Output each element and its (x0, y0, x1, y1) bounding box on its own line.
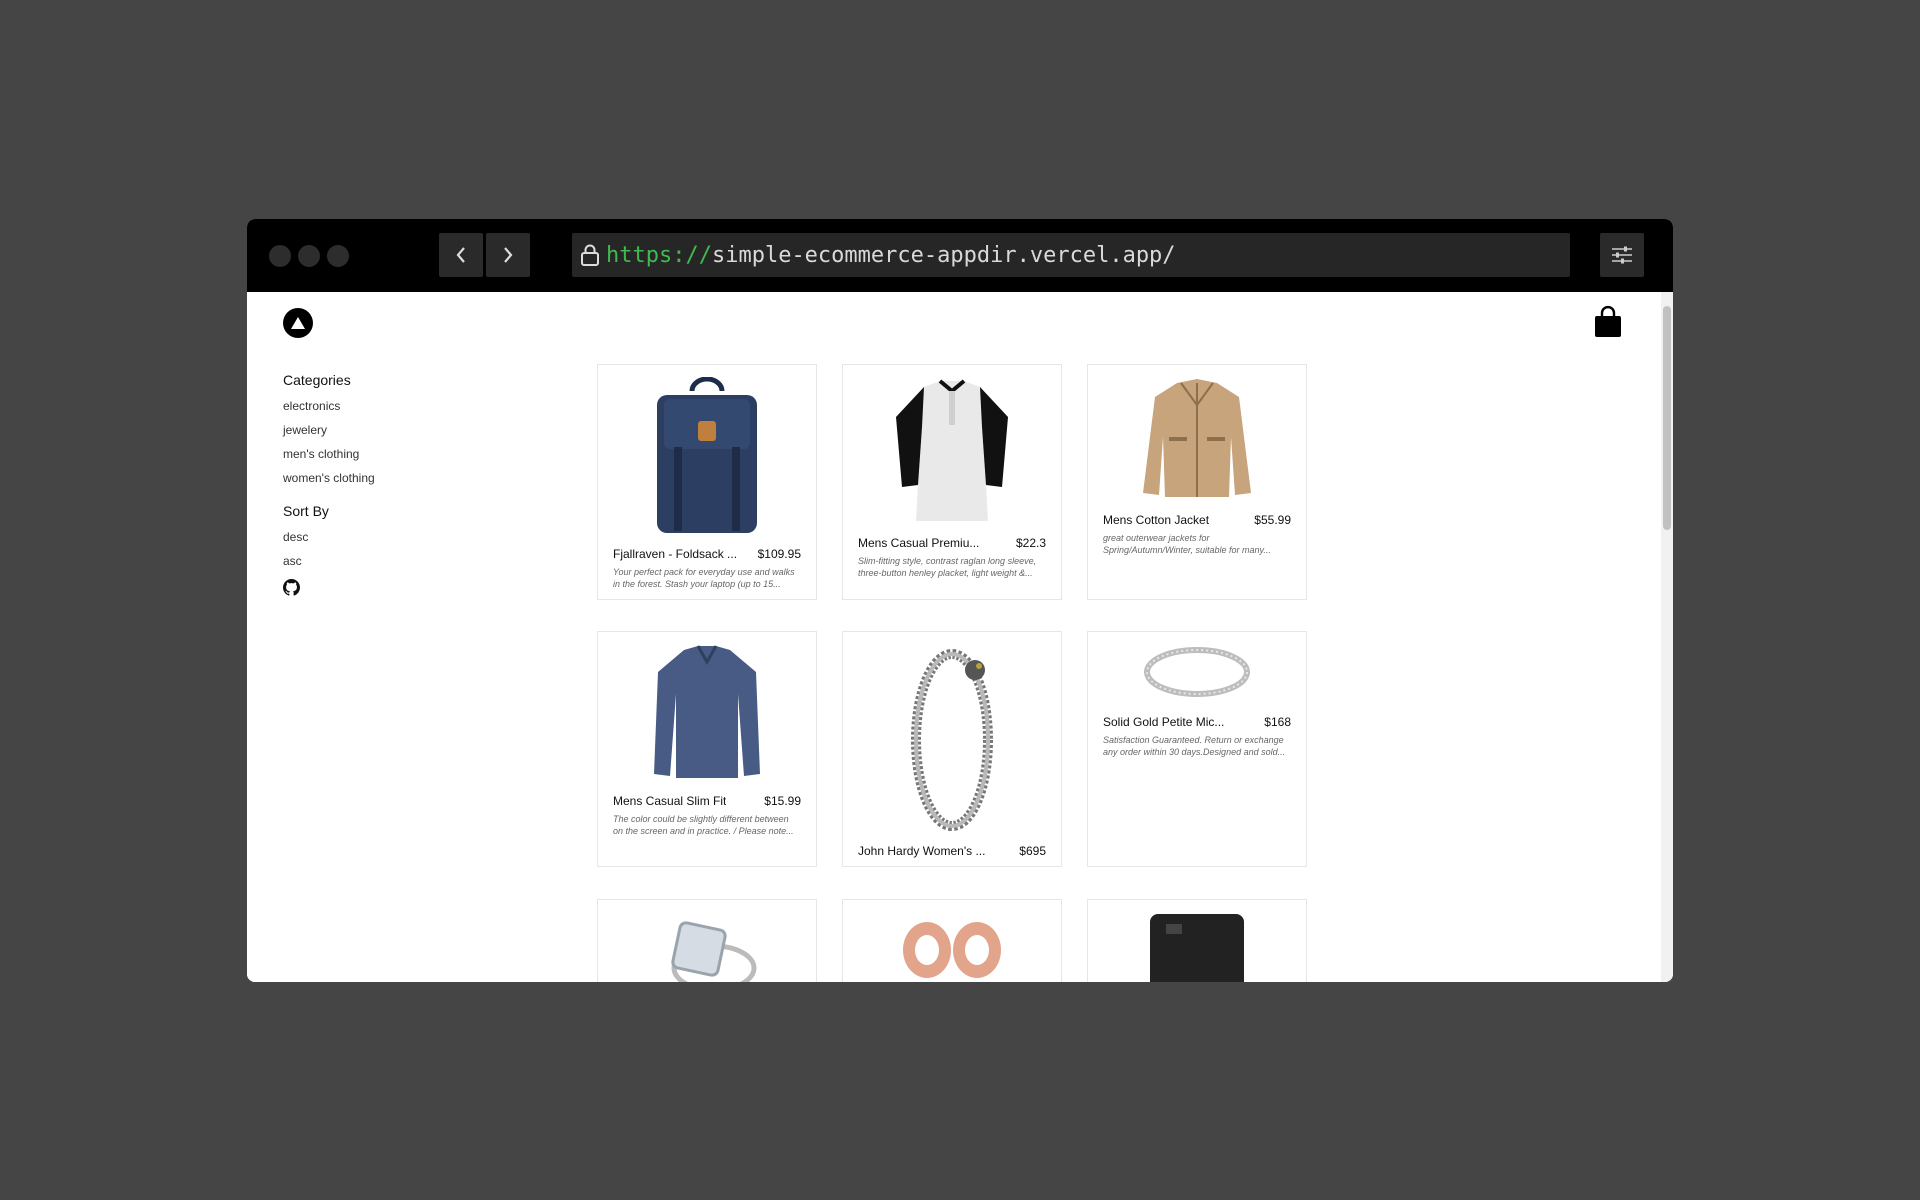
sort-asc[interactable]: asc (283, 554, 302, 568)
cart-button[interactable] (1594, 305, 1622, 343)
product-description: Slim-fitting style, contrast raglan long… (858, 556, 1037, 578)
browser-window: https://simple-ecommerce-appdir.vercel.a… (247, 219, 1673, 982)
window-minimize-dot[interactable] (298, 245, 320, 267)
product-price: $168 (1264, 715, 1291, 729)
product-card[interactable] (597, 899, 817, 982)
product-title: Mens Casual Slim Fit (613, 794, 727, 808)
product-image (1088, 377, 1306, 499)
product-card[interactable] (1087, 899, 1307, 982)
product-image (1088, 644, 1306, 700)
product-price: $55.99 (1254, 513, 1291, 527)
github-icon[interactable] (283, 579, 300, 596)
bracelet-image (911, 649, 993, 831)
back-button[interactable] (439, 233, 483, 277)
backpack-image (657, 377, 757, 533)
browser-titlebar: https://simple-ecommerce-appdir.vercel.a… (247, 219, 1673, 292)
product-title: Solid Gold Petite Mic... (1103, 715, 1225, 729)
category-mens-clothing[interactable]: men's clothing (283, 447, 359, 461)
chevron-right-icon (504, 247, 513, 263)
window-close-dot[interactable] (269, 245, 291, 267)
product-image (843, 644, 1061, 832)
product-card[interactable]: Fjallraven - Foldsack ... $109.95 Your p… (597, 364, 817, 600)
product-title: Mens Cotton Jacket (1103, 513, 1210, 527)
url-host: simple-ecommerce-appdir.vercel.app/ (711, 242, 1176, 268)
sort-heading: Sort By (283, 503, 329, 519)
sliders-icon (1612, 246, 1632, 264)
forward-button[interactable] (486, 233, 530, 277)
product-description: Satisfaction Guaranteed. Return or excha… (1103, 735, 1286, 757)
product-card[interactable] (842, 899, 1062, 982)
ring-image (1144, 647, 1250, 697)
slim-fit-shirt-image (654, 645, 760, 778)
product-card[interactable]: John Hardy Women's ... $695 (842, 631, 1062, 867)
product-description: Your perfect pack for everyday use and w… (613, 567, 795, 589)
product-card[interactable]: Mens Cotton Jacket $55.99 great outerwea… (1087, 364, 1307, 600)
product-price: $22.3 (1015, 536, 1046, 550)
product-title: Mens Casual Premiu... (858, 536, 980, 550)
product-price: $109.95 (757, 547, 801, 561)
url-scheme: https:// (606, 242, 712, 268)
diamond-ring-image (671, 921, 757, 982)
triangle-logo-icon (291, 317, 305, 329)
sort-desc[interactable]: desc (283, 530, 308, 544)
page-scrollbar[interactable] (1661, 292, 1673, 982)
page-content: Categories electronics jewelery men's cl… (247, 292, 1673, 982)
product-image (598, 912, 816, 982)
product-card[interactable]: Mens Casual Slim Fit $15.99 The color co… (597, 631, 817, 867)
categories-heading: Categories (283, 372, 351, 388)
product-title: John Hardy Women's ... (858, 844, 986, 858)
chevron-left-icon (456, 247, 465, 263)
product-description: The color could be slightly different be… (613, 814, 794, 836)
product-card[interactable]: Solid Gold Petite Mic... $168 Satisfacti… (1087, 631, 1307, 867)
product-image (843, 912, 1061, 982)
site-logo[interactable] (283, 308, 313, 338)
category-womens-clothing[interactable]: women's clothing (283, 471, 375, 485)
window-maximize-dot[interactable] (327, 245, 349, 267)
hard-drive-image (1150, 914, 1244, 982)
lock-icon (581, 244, 599, 266)
address-bar[interactable]: https://simple-ecommerce-appdir.vercel.a… (572, 233, 1570, 277)
product-price: $15.99 (764, 794, 801, 808)
product-image (843, 377, 1061, 523)
category-electronics[interactable]: electronics (283, 399, 340, 413)
product-title: Fjallraven - Foldsack ... (613, 547, 738, 561)
product-card[interactable]: Mens Casual Premiu... $22.3 Slim-fitting… (842, 364, 1062, 600)
settings-button[interactable] (1600, 233, 1644, 277)
product-image (1088, 912, 1306, 982)
product-image (598, 377, 816, 535)
scrollbar-thumb[interactable] (1663, 306, 1671, 530)
category-jewelery[interactable]: jewelery (283, 423, 327, 437)
henley-shirt-image (896, 379, 1008, 521)
shopping-bag-icon (1595, 305, 1621, 337)
cotton-jacket-image (1143, 379, 1251, 497)
rose-gold-plugs-image (903, 922, 1001, 978)
product-price: $695 (1019, 844, 1046, 858)
product-description: great outerwear jackets for Spring/Autum… (1103, 533, 1271, 555)
product-image (598, 644, 816, 782)
